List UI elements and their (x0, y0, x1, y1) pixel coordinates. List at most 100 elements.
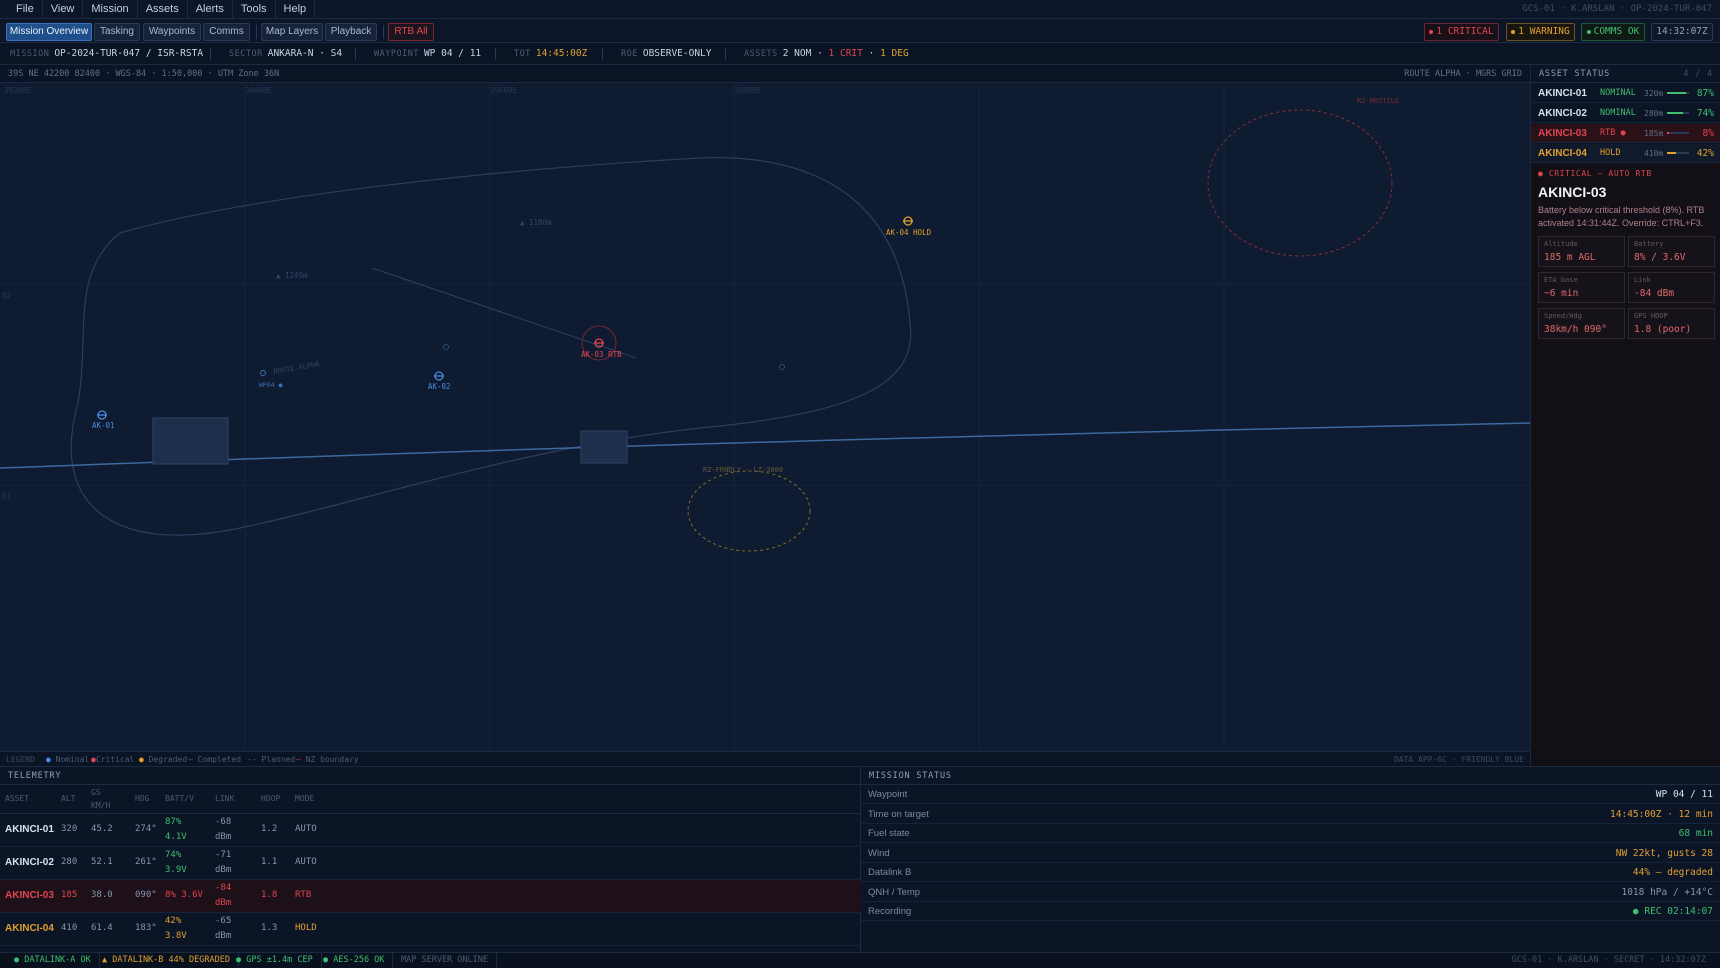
column-header[interactable]: LINK (210, 785, 256, 814)
status-indicator[interactable]: ● GPS ±1.4m CEP (228, 953, 322, 968)
column-header[interactable]: MODE (290, 785, 330, 814)
waypoint-marker[interactable] (260, 370, 266, 376)
status-value: 14:45:00Z · 12 min (1610, 808, 1713, 820)
mission-field: MISSION OP-2024-TUR-047 / ISR-RSTA (10, 43, 203, 65)
telemetry-row[interactable]: AKINCI-03 185 38.0 090° 8% 3.6V -84 dBm 1.8 RTB (0, 879, 861, 913)
comms-status-pill[interactable]: COMMS OK (1581, 23, 1645, 41)
asset-row[interactable]: AKINCI-04 HOLD 410m 42% (1531, 144, 1720, 163)
map-coordinate-bar: 39S NE 42200 82400 · WGS-84 · 1:50,000 ·… (0, 65, 1530, 83)
metric-value: 8% / 3.6V (1634, 252, 1686, 263)
status-indicator[interactable]: MAP SERVER ONLINE (393, 953, 497, 968)
map-layers-button[interactable]: Map Layers (261, 23, 323, 41)
battery-fill (1667, 92, 1687, 94)
asset-status-panel: ASSET STATUS 4 / 4 AKINCI-01 NOMINAL 320m 8… (1530, 65, 1720, 766)
route-alpha-segment (371, 267, 637, 359)
critical-alert-card: ● CRITICAL — AUTO RTB AKINCI-03 Battery … (1531, 163, 1720, 766)
rtb-all-button[interactable]: RTB All (388, 23, 434, 41)
info-divider (495, 48, 496, 60)
warning-alert-pill[interactable]: 1 WARNING (1506, 23, 1575, 41)
menu-help[interactable]: Help (276, 0, 316, 19)
waypoint-field: WAYPOINT WP 04 / 11 (374, 43, 481, 65)
critical-count: 1 CRITICAL (1436, 26, 1494, 37)
status-bar-session: GCS-01 · K.ARSLAN · SECRET · 14:32:07Z (1511, 955, 1706, 965)
toolbar: Mission Overview Tasking Waypoints Comms… (0, 19, 1720, 43)
legend-critical: ●Critical (91, 752, 134, 766)
tab-comms[interactable]: Comms (203, 23, 250, 41)
status-indicator[interactable]: ▲ DATALINK-B 44% DEGRADED (94, 953, 239, 968)
drone-marker-ak02[interactable] (434, 371, 444, 381)
tab-tasking[interactable]: Tasking (94, 23, 140, 41)
map-canvas[interactable]: 39200E 39400E 39600E 39800E 82 81 R2-HOS… (0, 83, 1530, 751)
batt-percent: 8% 3.6V (165, 890, 203, 900)
tab-mission-overview[interactable]: Mission Overview (6, 23, 92, 41)
metric-value: 1.8 (poor) (1634, 324, 1692, 335)
column-header[interactable]: ALT (56, 785, 86, 814)
mission-status-row: Datalink B 44% — degraded (861, 863, 1720, 882)
menu-tools[interactable]: Tools (233, 0, 276, 19)
metric-label: Link (1634, 276, 1651, 284)
grid-row-label: 82 (2, 291, 11, 300)
status-indicator[interactable]: ● AES-256 OK (315, 953, 394, 968)
tactical-map[interactable]: 39S NE 42200 82400 · WGS-84 · 1:50,000 ·… (0, 65, 1530, 766)
column-header[interactable]: ASSET (0, 785, 56, 814)
legend-label: Completed (197, 755, 242, 764)
batt-percent: 74% (165, 849, 182, 860)
metric-value: ~6 min (1544, 288, 1579, 299)
batt-percent: 42% (165, 915, 182, 926)
drone-label: AK-02 (428, 382, 451, 391)
hostile-zone-circle (1207, 109, 1393, 257)
battery-fill (1667, 112, 1684, 114)
cell-alt: 280 (56, 846, 86, 880)
column-header[interactable]: BATT/V (160, 785, 210, 814)
asset-altitude: 280m (1644, 109, 1664, 118)
asset-mode: HOLD (1600, 148, 1621, 158)
telemetry-row[interactable]: AKINCI-01 320 45.2 274° 87% 4.1V -68 dBm 1.2 AUTO (0, 813, 861, 847)
asset-status-header: ASSET STATUS 4 / 4 (1531, 65, 1720, 83)
metric-label: GPS HDOP (1634, 312, 1668, 320)
asset-mode: NOMINAL (1600, 108, 1636, 118)
waypoint-marker[interactable] (779, 364, 785, 370)
asset-name: AKINCI-01 (1538, 88, 1587, 99)
battery-percent: 42% (1696, 148, 1714, 159)
waypoint-marker[interactable] (443, 344, 449, 350)
drone-label: AK-03 RTB (581, 350, 622, 359)
asset-row[interactable]: AKINCI-03 RTB ● 185m 8% (1531, 124, 1720, 143)
menu-mission[interactable]: Mission (83, 0, 138, 19)
waypoint-label: WAYPOINT (374, 49, 419, 59)
tab-waypoints[interactable]: Waypoints (143, 23, 201, 41)
column-header[interactable]: HDOP (256, 785, 290, 814)
cell-link: -68 dBm (210, 813, 256, 847)
critical-alert-pill[interactable]: 1 CRITICAL (1424, 23, 1499, 41)
status-value: 44% — degraded (1632, 867, 1713, 878)
status-indicator[interactable]: ● DATALINK-A OK (6, 953, 100, 968)
menu-view[interactable]: View (43, 0, 84, 19)
legend-label: NZ boundary (305, 755, 359, 764)
menu-alerts[interactable]: Alerts (188, 0, 233, 19)
column-header[interactable]: GS KM/H (86, 785, 130, 814)
legend-label: Planned (261, 755, 296, 764)
mission-status-row: Time on target 14:45:00Z · 12 min (861, 805, 1720, 824)
telemetry-row[interactable]: AKINCI-02 280 52.1 261° 74% 3.9V -71 dBm 1.1 AUTO (0, 846, 861, 880)
map-coordinates: 39S NE 42200 82400 · WGS-84 · 1:50,000 ·… (8, 69, 280, 79)
asset-row[interactable]: AKINCI-01 NOMINAL 320m 87% (1531, 84, 1720, 103)
telemetry-row[interactable]: AKINCI-04 410 61.4 183° 42% 3.8V -65 dBm 1.3 HOLD (0, 912, 861, 946)
asset-name: AKINCI-04 (1538, 148, 1587, 159)
comms-status: COMMS OK (1593, 26, 1640, 37)
legend-dot-icon: ● (46, 755, 51, 764)
battery-bar (1667, 152, 1689, 154)
legend-nominal: ● Nominal (46, 752, 89, 766)
link-unit: dBm (215, 930, 232, 941)
warning-dot-icon (1511, 29, 1516, 34)
battery-percent: 87% (1696, 88, 1714, 99)
drone-marker-ak01[interactable] (97, 410, 107, 420)
asset-row[interactable]: AKINCI-02 NOMINAL 280m 74% (1531, 104, 1720, 123)
drone-marker-ak04[interactable] (903, 216, 913, 226)
terrain-altitude-label: ▲ 1240m (276, 271, 308, 280)
mission-status-panel: MISSION STATUS Waypoint WP 04 / 11 Time on… (861, 766, 1720, 952)
menu-file[interactable]: File (0, 0, 43, 19)
playback-button[interactable]: Playback (325, 23, 377, 41)
metric-label: Altitude (1544, 240, 1578, 248)
assets-field: ASSETS 2 NOM · 1 CRIT · 1 DEG (744, 43, 909, 65)
menu-assets[interactable]: Assets (138, 0, 188, 19)
column-header[interactable]: HDG (130, 785, 160, 814)
